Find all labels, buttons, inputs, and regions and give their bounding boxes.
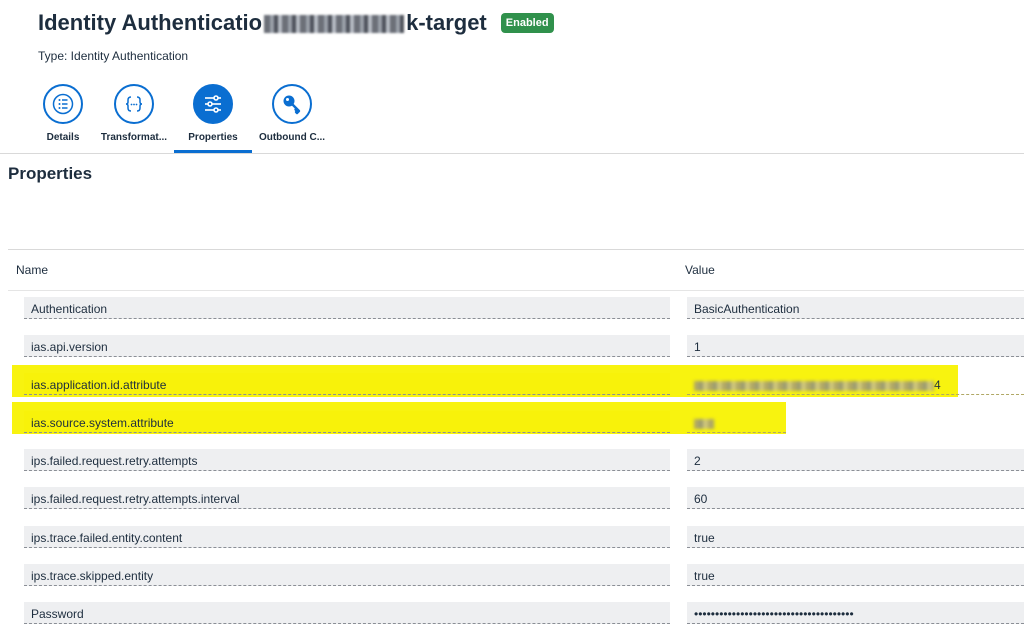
property-name: Authentication	[24, 297, 670, 319]
property-value: 2	[687, 449, 1024, 471]
property-value: ••••••••••••••••••••••••••••••••••••••	[687, 602, 1024, 624]
tab-properties[interactable]: Properties	[174, 84, 252, 153]
property-name: ias.api.version	[24, 335, 670, 357]
property-name: ias.source.system.attribute	[24, 411, 670, 433]
property-value: 1	[687, 335, 1024, 357]
title-row: Identity Authenticatio k-target Enabled	[38, 10, 554, 36]
tab-outbound-connectivity[interactable]: Outbound C...	[252, 84, 332, 143]
column-header-value: Value	[685, 263, 715, 277]
property-name: ips.trace.skipped.entity	[24, 564, 670, 586]
object-header: Identity Authenticatio k-target Enabled T…	[0, 0, 1024, 154]
property-value: BasicAuthentication	[687, 297, 1024, 319]
page-subtitle: Type: Identity Authentication	[38, 49, 189, 63]
table-header: Name Value	[8, 249, 1024, 291]
sliders-icon	[193, 84, 233, 124]
value-suffix: 4	[934, 378, 941, 392]
section-title: Properties	[8, 164, 93, 183]
tab-label: Transformat...	[100, 132, 168, 143]
table-row: Authentication BasicAuthentication	[8, 289, 1024, 327]
properties-table: Name Value Authentication BasicAuthentic…	[8, 249, 1024, 624]
page-title: Identity Authenticatio k-target	[38, 10, 487, 36]
status-badge: Enabled	[500, 13, 554, 33]
property-value: 4	[687, 373, 1024, 395]
property-value: 60	[687, 487, 1024, 509]
redacted-value	[694, 380, 934, 391]
table-row: ips.failed.request.retry.attempts 2	[8, 441, 1024, 479]
tab-bar: Details Transformat... Properties Outbou…	[32, 84, 332, 153]
table-row: ias.source.system.attribute	[8, 403, 1024, 441]
property-name: ips.failed.request.retry.attempts.interv…	[24, 487, 670, 509]
redacted-value	[694, 418, 714, 429]
property-name: ips.failed.request.retry.attempts	[24, 449, 670, 471]
tab-label: Properties	[188, 132, 238, 143]
table-row: ips.trace.failed.entity.content true	[8, 518, 1024, 556]
tab-details[interactable]: Details	[32, 84, 94, 143]
table-row: ips.failed.request.retry.attempts.interv…	[8, 479, 1024, 517]
tab-label: Details	[46, 132, 80, 143]
property-name: ips.trace.failed.entity.content	[24, 526, 670, 548]
tab-label: Outbound C...	[258, 132, 326, 143]
code-braces-icon	[114, 84, 154, 124]
redacted-title-segment	[264, 15, 405, 34]
table-row: ias.api.version 1	[8, 327, 1024, 365]
property-name: Password	[24, 602, 670, 624]
property-value: true	[687, 526, 1024, 548]
tab-transformations[interactable]: Transformat...	[94, 84, 174, 143]
table-row: ias.application.id.attribute 4	[8, 365, 1024, 403]
property-value	[687, 411, 786, 433]
column-header-name: Name	[16, 263, 49, 277]
key-icon	[272, 84, 312, 124]
title-prefix: Identity Authenticatio	[38, 10, 263, 35]
table-row: Password •••••••••••••••••••••••••••••••…	[8, 594, 1024, 632]
list-icon	[43, 84, 83, 124]
property-name: ias.application.id.attribute	[24, 373, 670, 395]
property-value: true	[687, 564, 1024, 586]
table-row: ips.trace.skipped.entity true	[8, 556, 1024, 594]
title-suffix: k-target	[406, 10, 487, 35]
